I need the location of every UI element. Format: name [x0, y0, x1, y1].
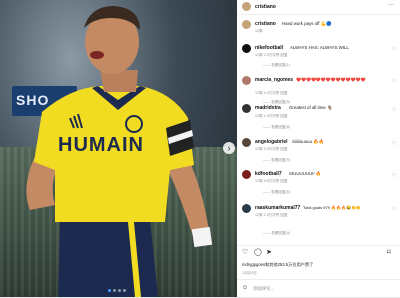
caption-age: 12周	[255, 29, 263, 33]
view-replies-link[interactable]: —— 查看回复(6)	[263, 190, 290, 195]
like-comment-icon[interactable]: ♡	[392, 47, 396, 53]
comment-avatar[interactable]	[242, 76, 251, 85]
comment-avatar[interactable]	[242, 44, 251, 53]
comment-text: ALWAYS HAS. ALWAYS WILL	[290, 45, 349, 50]
likes-summary[interactable]: mdrygpgoes和其他253.5万位用户赞了	[242, 262, 313, 268]
comment-meta[interactable]: 12周 3.5万次赞 回复	[255, 53, 288, 58]
comment-meta[interactable]: 12周 4.4万次赞 回复	[255, 91, 288, 96]
view-replies-link[interactable]: —— 查看回复(1)	[263, 63, 290, 68]
add-comment-input[interactable]: 添加评论...	[253, 286, 274, 292]
comment-username[interactable]: marcia_ngomes	[255, 77, 293, 83]
comment-avatar[interactable]	[242, 138, 251, 147]
add-comment-bar: ☺ 添加评论...	[237, 279, 400, 298]
author-avatar[interactable]	[242, 2, 251, 11]
comment-meta[interactable]: 12周 2.9万次赞 回复	[255, 213, 288, 218]
comments-panel: cristiano ··· cristiano Hand work pays o…	[237, 0, 400, 297]
carousel-dots	[108, 289, 126, 292]
author-username[interactable]: cristiano	[255, 4, 276, 10]
actions-divider	[237, 245, 400, 246]
post-actions: ♡ ◯ ➤ ⌑	[237, 248, 400, 258]
comment-username[interactable]: angelogabriel	[255, 139, 288, 145]
like-icon[interactable]: ♡	[242, 248, 248, 256]
comment-meta[interactable]: 12周 3.9万次赞 回复	[255, 147, 288, 152]
comment-text: SIUUUUUU!! 🔥	[289, 171, 322, 176]
more-options-icon[interactable]: ···	[388, 2, 394, 8]
comment-meta[interactable]: 12周 4.6万次赞 回复	[255, 179, 288, 184]
carousel-dot	[118, 289, 121, 292]
post-date: 12月20日	[242, 271, 257, 275]
instagram-post-window: SHO HUMAIN › cristiano ··· cristiano Han…	[0, 0, 400, 297]
like-comment-icon[interactable]: ♡	[392, 107, 396, 113]
caption-text: Hand work pays off 💪🔵	[282, 21, 332, 26]
emoji-icon[interactable]: ☺	[242, 285, 248, 291]
comment-icon[interactable]: ◯	[254, 248, 262, 256]
like-comment-icon[interactable]: ♡	[392, 173, 396, 179]
next-photo-button[interactable]: ›	[223, 142, 235, 154]
caption-username[interactable]: cristiano	[255, 21, 276, 27]
comment-username[interactable]: raaskumarkumal77	[255, 205, 300, 211]
comment-text: Total goals 979 🔥🔥🔥😂👏👏	[303, 205, 361, 210]
comment-avatar[interactable]	[242, 104, 251, 113]
view-replies-link[interactable]: —— 查看回复(4)	[263, 231, 290, 236]
comment-text: Greatest of all time 🐐	[289, 105, 333, 110]
comment-avatar[interactable]	[242, 204, 251, 213]
comment-username[interactable]: kdfootball7	[255, 171, 282, 177]
share-icon[interactable]: ➤	[266, 248, 272, 256]
comment-text: ❤️❤️❤️❤️❤️❤️❤️❤️❤️❤️❤️❤️❤️❤️	[296, 77, 366, 82]
comment-avatar[interactable]	[242, 170, 251, 179]
save-icon[interactable]: ⌑	[387, 248, 391, 256]
view-replies-link[interactable]: —— 查看回复(9)	[263, 158, 290, 163]
carousel-dot	[123, 289, 126, 292]
view-replies-link[interactable]: —— 查看回复(8)	[263, 125, 290, 130]
post-header: cristiano ···	[237, 0, 400, 15]
carousel-dot	[108, 289, 111, 292]
comment-username[interactable]: madridxtra	[255, 105, 281, 111]
like-comment-icon[interactable]: ♡	[392, 207, 396, 213]
comment-meta[interactable]: 12周 1.9万次赞 回复	[255, 114, 288, 119]
comment-text: Siiiiiuuuuu 🔥🔥	[292, 139, 325, 144]
comment-username[interactable]: nikefootball	[255, 45, 283, 51]
caption-avatar[interactable]	[242, 20, 251, 29]
post-photo[interactable]: SHO HUMAIN ›	[0, 0, 237, 297]
jersey-sponsor-text: HUMAIN	[58, 134, 144, 156]
like-comment-icon[interactable]: ♡	[392, 141, 396, 147]
like-comment-icon[interactable]: ♡	[392, 79, 396, 85]
carousel-dot	[113, 289, 116, 292]
